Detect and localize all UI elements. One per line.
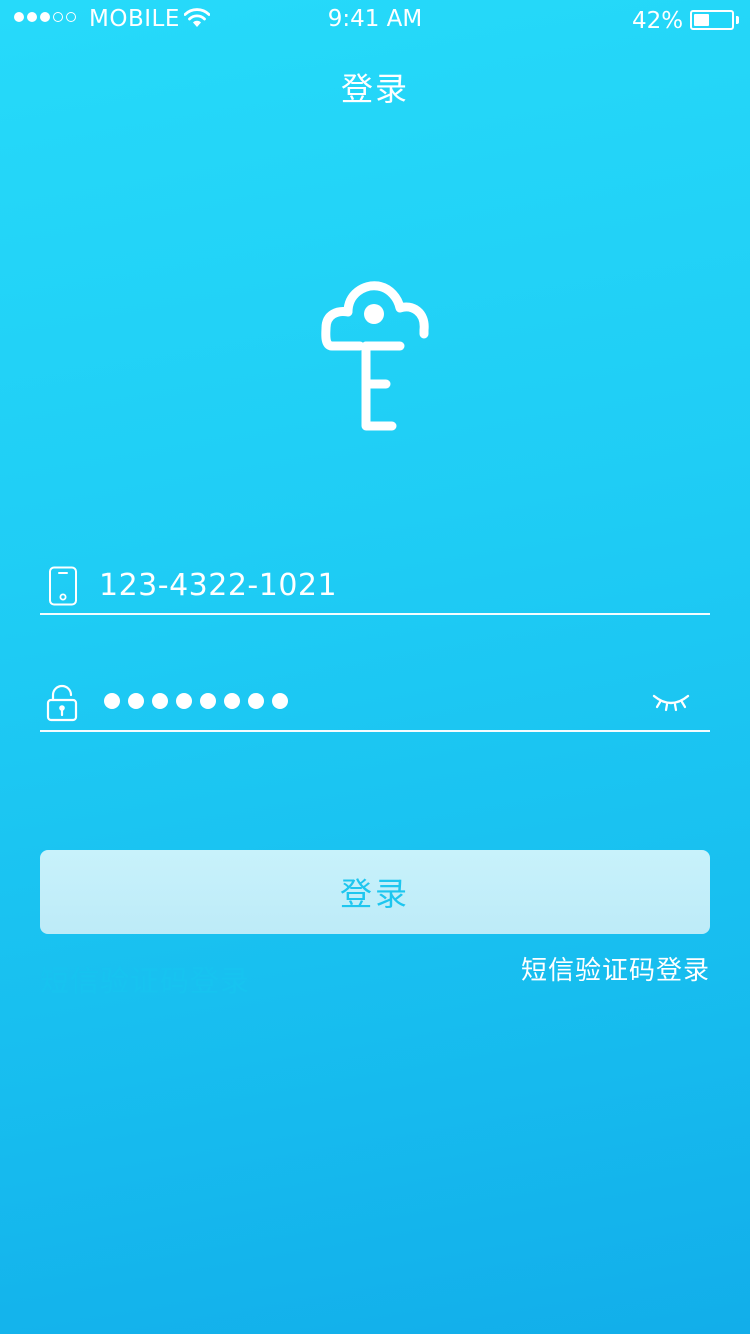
password-field-underline xyxy=(40,730,710,732)
password-mask-dot xyxy=(224,693,240,709)
phone-input-value[interactable]: 123-4322-1021 xyxy=(99,568,337,603)
phone-field-underline xyxy=(40,613,710,615)
password-mask-dot xyxy=(248,693,264,709)
password-mask-dot xyxy=(176,693,192,709)
password-mask-dot xyxy=(272,693,288,709)
password-mask-dot xyxy=(152,693,168,709)
sms-login-faded-text: 短信验证码登录 xyxy=(40,964,251,998)
password-input-value[interactable] xyxy=(104,693,288,709)
battery-level-fill xyxy=(694,14,709,26)
cloud-key-icon xyxy=(321,281,429,431)
password-mask-dot xyxy=(200,693,216,709)
sms-login-link[interactable]: 短信验证码登录 xyxy=(521,950,710,987)
battery-percentage: 42% xyxy=(632,8,684,34)
eye-closed-icon[interactable] xyxy=(652,690,690,714)
login-button[interactable]: 登录 xyxy=(40,850,710,934)
password-mask-dot xyxy=(128,693,144,709)
page-title: 登录 xyxy=(340,70,409,108)
battery-icon xyxy=(690,10,734,30)
lock-icon xyxy=(46,684,78,722)
status-bar: MOBILE 9:41 AM 42% xyxy=(0,0,750,40)
battery-tip xyxy=(736,16,739,24)
phone-icon xyxy=(49,566,77,606)
password-mask-dot xyxy=(104,693,120,709)
